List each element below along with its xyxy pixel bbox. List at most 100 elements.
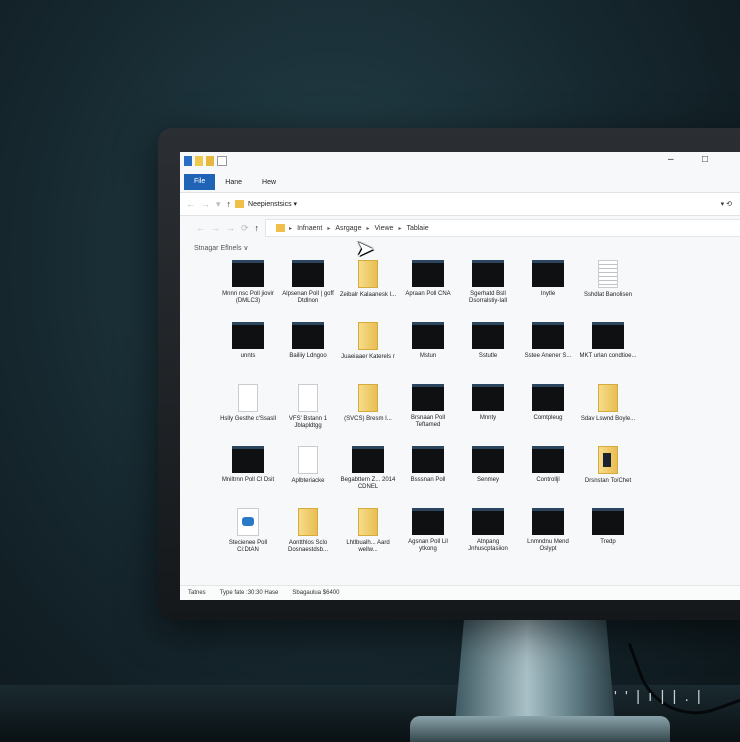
file-item-label: Inytle [540, 291, 556, 297]
file-item-label: Sdav Lswnd Boyle... [580, 416, 636, 422]
folder-icon[interactable] [195, 156, 203, 166]
monitor-stand [455, 612, 615, 722]
file-item-label: Brsnaan Poll Teftamed [410, 415, 446, 428]
file-item[interactable]: Sgerhatd Bsll Dsorralstiy-Iall [458, 260, 518, 312]
folder-yellow-icon [298, 508, 318, 536]
file-item[interactable]: Mstun [398, 322, 458, 374]
tab-file[interactable]: File [184, 174, 216, 190]
file-item-label: Comtpleug [533, 415, 563, 421]
refresh-icon[interactable]: ▾ ⟲ [721, 200, 732, 208]
dropdown-icon[interactable] [217, 156, 227, 166]
file-item-label: Begabttern Z... 2014 CDNEL [340, 477, 396, 490]
save-icon[interactable] [184, 156, 192, 166]
file-item[interactable]: Brsnaan Poll Teftamed [398, 384, 458, 436]
file-item[interactable]: Comtpleug [518, 384, 578, 436]
back-icon[interactable]: ← [186, 199, 195, 209]
folder-dark-icon [532, 446, 564, 473]
file-item-label: Aplbteriacke [291, 478, 325, 484]
file-item-label: unnts [240, 353, 256, 359]
folder-icon[interactable] [206, 156, 214, 166]
recent-icon[interactable]: → [226, 223, 235, 233]
file-item[interactable]: Sdav Lswnd Boyle... [578, 384, 638, 436]
file-item[interactable]: Bsssnan Poll [398, 446, 458, 498]
recent-icon[interactable]: ▾ [216, 199, 221, 210]
file-item[interactable]: Atnpang Jnhuscptasiion [458, 508, 518, 560]
folder-dark-icon [232, 260, 264, 287]
file-item-label: Zeibalr Kalaanesk I... [339, 292, 397, 298]
file-item[interactable]: Inytle [518, 260, 578, 312]
ribbon-tabs: File Hane Hew [180, 174, 740, 190]
file-item[interactable]: unnts [218, 322, 278, 374]
watermark: ' ' | ı | | . | [614, 688, 703, 705]
file-item-label: (SVCS) Bresm I... [344, 416, 392, 422]
file-item-label: Mnnty [479, 415, 497, 421]
breadcrumb-item[interactable]: Asrgage [330, 225, 366, 232]
tab-home[interactable]: Hane [215, 179, 252, 186]
file-item[interactable]: Drsnstan To/Chet [578, 446, 638, 498]
folder-icon [235, 200, 245, 208]
file-item[interactable]: MKT urlan condtioe... [578, 322, 638, 374]
section-label[interactable]: Stnagar Eflnels ∨ [194, 244, 249, 252]
file-item[interactable]: Senmey [458, 446, 518, 498]
file-item[interactable]: Begabttern Z... 2014 CDNEL [338, 446, 398, 498]
address-bar: ← → ▾ ↑ Neepienstsics ▾ ▾ ⟲ [180, 192, 740, 216]
file-item[interactable]: Tredp [578, 508, 638, 560]
doc-lines-icon [598, 260, 618, 288]
maximize-button[interactable]: □ [702, 154, 708, 165]
folder-dark-icon [592, 322, 624, 349]
folder-dark-icon [472, 384, 504, 411]
file-item[interactable]: Bailiiy Ldngoo [278, 322, 338, 374]
folder-dark-icon [592, 508, 624, 535]
file-item[interactable]: Lhtlbualh... Aard wellw... [338, 508, 398, 560]
quick-access-toolbar [184, 156, 227, 166]
status-type: Type fate :30:30 Hase [219, 590, 279, 596]
folder-yellow-icon [358, 508, 378, 536]
breadcrumb: ← → → ⟳ ↑ ▸ Infnaent ▸ Asrgage ▸ Viewe ▸… [190, 218, 740, 238]
doc-icon [238, 384, 258, 412]
breadcrumb-item[interactable]: Infnaent [292, 225, 327, 232]
file-item[interactable]: (SVCS) Bresm I... [338, 384, 398, 436]
file-item[interactable]: Sshdlat Banolisen [578, 260, 638, 312]
file-item-label: Bailiiy Ldngoo [289, 353, 327, 359]
file-item[interactable]: Mnnty [458, 384, 518, 436]
folder-dark-icon [532, 322, 564, 349]
forward-icon[interactable]: → [201, 199, 210, 209]
minimize-button[interactable]: – [668, 154, 674, 165]
file-item-label: Tredp [600, 539, 616, 545]
file-item[interactable]: Sstutle [458, 322, 518, 374]
folder-dark-icon [412, 384, 444, 411]
breadcrumb-item[interactable]: Viewe [369, 225, 398, 232]
file-item[interactable]: Sstee Anener S... [518, 322, 578, 374]
back-icon[interactable]: ← [196, 223, 205, 233]
file-item[interactable]: Mnnn nsc Poll jiovir (DMLC3) [218, 260, 278, 312]
file-item[interactable]: Aontthlos Sclo Dosnaestdsb... [278, 508, 338, 560]
folder-dark-icon [412, 260, 444, 287]
file-item[interactable]: VFS' Bstann 1 Jblapldtgg [278, 384, 338, 436]
file-explorer-window: – □ File Hane Hew ← → ▾ ↑ Neepienstsics … [180, 152, 740, 600]
folder-dark-icon [292, 322, 324, 349]
file-item[interactable]: Alpsenan Poll | goff Dtdlnon [278, 260, 338, 312]
file-item[interactable]: Hslly Gesthe c'Ssasll [218, 384, 278, 436]
up-icon[interactable]: ↑ [255, 223, 260, 233]
forward-icon[interactable]: → [211, 223, 220, 233]
file-item-label: Sshdlat Banolisen [583, 292, 633, 298]
file-item[interactable]: Aplbteriacke [278, 446, 338, 498]
file-item[interactable]: Stecienee Poll Ci:DtAN [218, 508, 278, 560]
file-item[interactable]: Apraan Poll CNA [398, 260, 458, 312]
file-item[interactable]: Lnmndnu Mend Oslypt [518, 508, 578, 560]
file-item[interactable]: Juaeiaaer Katerels r [338, 322, 398, 374]
file-item-label: Bsssnan Poll [410, 477, 446, 483]
refresh-icon[interactable]: ⟳ [241, 223, 249, 234]
breadcrumb-item[interactable]: Tablaie [401, 225, 433, 232]
file-item[interactable]: Controlljl [518, 446, 578, 498]
file-item[interactable]: Zeibalr Kalaanesk I... [338, 260, 398, 312]
folder-dark-icon [472, 322, 504, 349]
file-item-label: Senmey [476, 477, 499, 483]
breadcrumb-box[interactable]: ▸ Infnaent ▸ Asrgage ▸ Viewe ▸ Tablaie [265, 219, 740, 237]
file-item[interactable]: Agsnan Poll Lil ytkong [398, 508, 458, 560]
file-item-label: MKT urlan condtioe... [579, 353, 637, 359]
tab-view[interactable]: Hew [252, 179, 286, 186]
address-path[interactable]: Neepienstsics ▾ [248, 200, 297, 208]
file-item[interactable]: Mniltrnn Poll Cl Dsit [218, 446, 278, 498]
up-icon[interactable]: ↑ [227, 199, 232, 209]
